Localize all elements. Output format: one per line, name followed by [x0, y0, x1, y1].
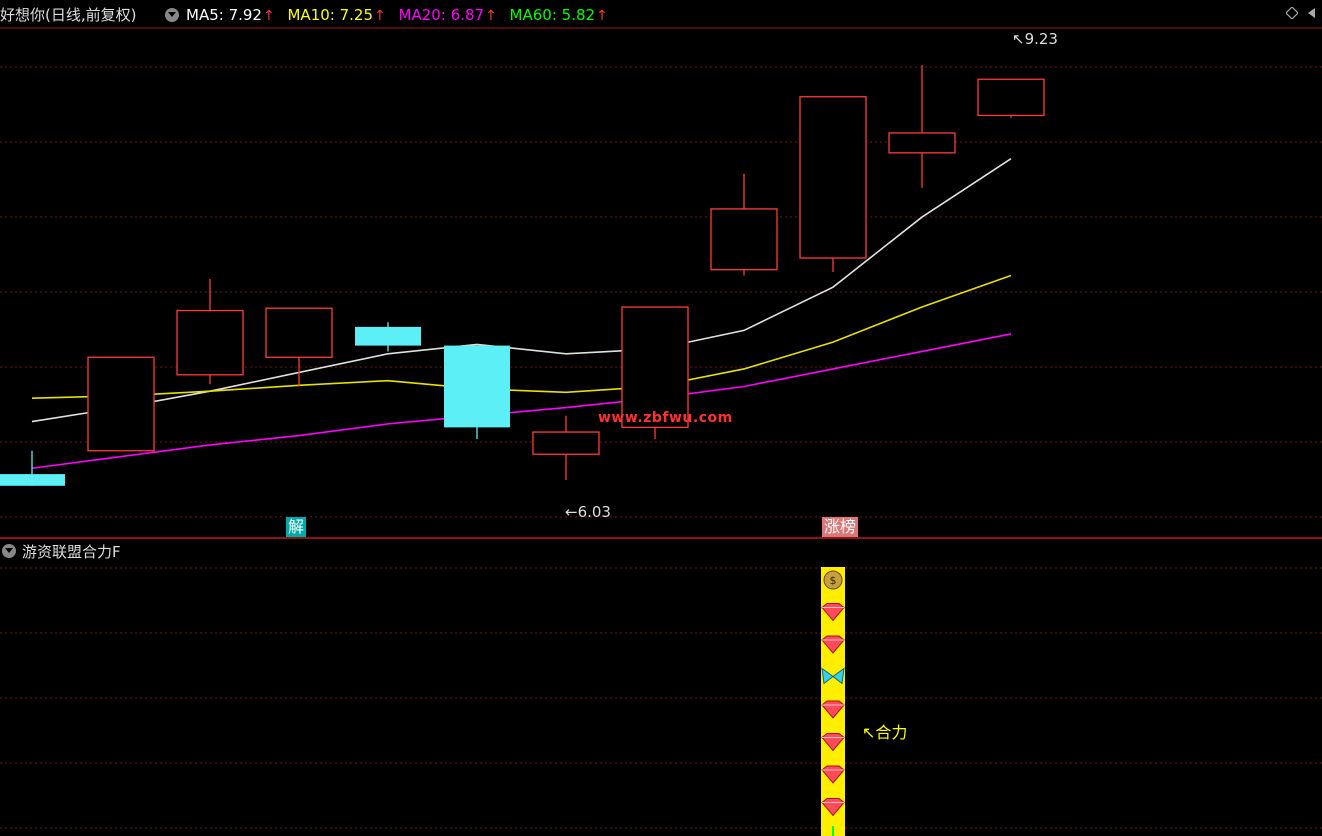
stock-title: 好想你(日线,前复权) — [0, 6, 137, 24]
low-price-label: ←6.03 — [565, 503, 611, 521]
ma10-label: MA10: 7.25 — [287, 6, 373, 24]
candle-body — [0, 474, 65, 486]
indicator-title: 游资联盟合力F — [22, 543, 121, 561]
up-arrow-icon: ↑ — [596, 8, 608, 24]
dropdown-icon[interactable] — [165, 8, 179, 22]
ma60-label: MA60: 5.82 — [509, 6, 596, 24]
up-arrow-icon: ↑ — [485, 8, 497, 24]
candle-body — [176, 309, 244, 376]
panel-toggle-icon[interactable] — [1306, 7, 1318, 19]
hl-indicator-text: 合力 — [875, 723, 908, 742]
hl-indicator-label: ↖合力 — [862, 723, 908, 742]
ma-legend: MA5: 7.92↑ MA10: 7.25↑ MA20: 6.87↑ MA60:… — [186, 4, 608, 26]
up-arrow-icon: ↑ — [262, 8, 275, 24]
ma5-label: MA5: 7.92 — [186, 6, 262, 24]
candle-body — [444, 345, 510, 428]
money-bag-icon-glyph: $ — [830, 574, 837, 587]
indicator-stack: $ — [821, 567, 845, 836]
watermark: www.zbfwu.com — [598, 410, 733, 426]
candle-body — [355, 326, 421, 346]
low-price-value: 6.03 — [577, 503, 611, 521]
unlock-tag[interactable]: 解 — [286, 517, 307, 537]
candle-body — [710, 208, 778, 271]
candle-body — [532, 431, 600, 455]
candle-body — [977, 78, 1045, 117]
high-price-value: 9.23 — [1024, 30, 1058, 48]
top-gainer-tag[interactable]: 涨榜 — [822, 517, 859, 537]
candle-body — [265, 307, 333, 358]
candlesticks[interactable] — [0, 65, 1045, 486]
dropdown-icon[interactable] — [2, 544, 16, 558]
candle-body — [87, 356, 155, 452]
up-arrow-icon: ↑ — [374, 8, 386, 24]
diamond-icon[interactable] — [1286, 7, 1298, 19]
ma20-label: MA20: 6.87 — [398, 6, 485, 24]
candle-body — [799, 96, 867, 259]
candle-body — [888, 132, 956, 154]
high-price-label: ↖9.23 — [1012, 30, 1058, 48]
